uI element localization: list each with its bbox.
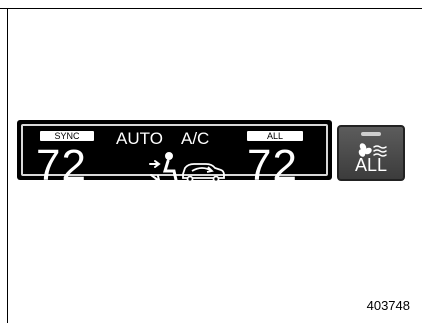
auto-indicator: AUTO (116, 129, 163, 148)
frame-left-line (7, 8, 8, 323)
fan-indicator-light (361, 132, 381, 136)
floor-and-face-airflow-icon (149, 152, 178, 182)
ac-indicator: A/C (181, 129, 210, 148)
figure-number: 403748 (366, 298, 410, 313)
sync-indicator[interactable]: SYNC (40, 131, 94, 141)
all-indicator[interactable]: ALL (247, 131, 303, 141)
fan-all-button[interactable]: ALL (337, 125, 405, 181)
car-recirculation-icon (182, 163, 225, 183)
frame-top-line (0, 8, 422, 9)
fan-button-label: ALL (354, 155, 388, 175)
mode-icons (149, 152, 225, 183)
climate-display-border: SYNC AUTO A/C ALL 72 72 (21, 124, 328, 188)
passenger-temperature: 72 (247, 141, 298, 190)
climate-display: SYNC AUTO A/C ALL 72 72 (17, 120, 332, 188)
driver-temperature: 72 (36, 141, 87, 190)
